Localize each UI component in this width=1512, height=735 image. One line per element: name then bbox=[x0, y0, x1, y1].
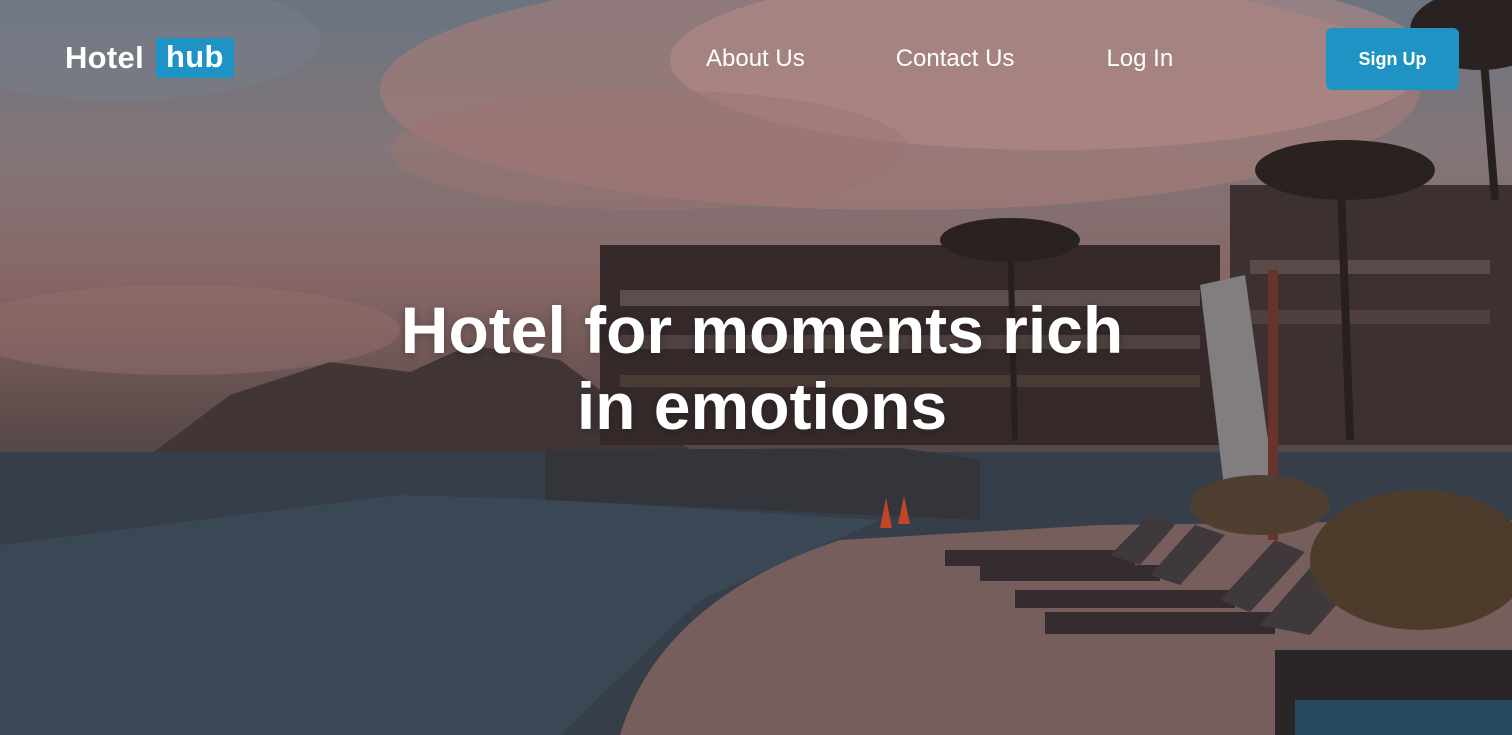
logo[interactable]: Hotel hub bbox=[65, 38, 234, 78]
logo-highlight: hub bbox=[156, 38, 234, 78]
hero-headline-line-1: Hotel for moments rich bbox=[400, 293, 1124, 367]
sign-up-button[interactable]: Sign Up bbox=[1326, 28, 1459, 90]
hero-headline: Hotel for moments rich in emotions bbox=[356, 292, 1168, 444]
nav-link-contact-us[interactable]: Contact Us bbox=[896, 44, 1015, 74]
nav-link-about-us[interactable]: About Us bbox=[706, 44, 805, 74]
hero-headline-line-2: in emotions bbox=[576, 369, 948, 443]
main-nav: About Us Contact Us Log In bbox=[706, 44, 1173, 74]
logo-text: Hotel bbox=[65, 40, 144, 75]
nav-link-log-in[interactable]: Log In bbox=[1106, 44, 1173, 74]
hero-section: Hotel hub About Us Contact Us Log In Sig… bbox=[0, 0, 1512, 735]
